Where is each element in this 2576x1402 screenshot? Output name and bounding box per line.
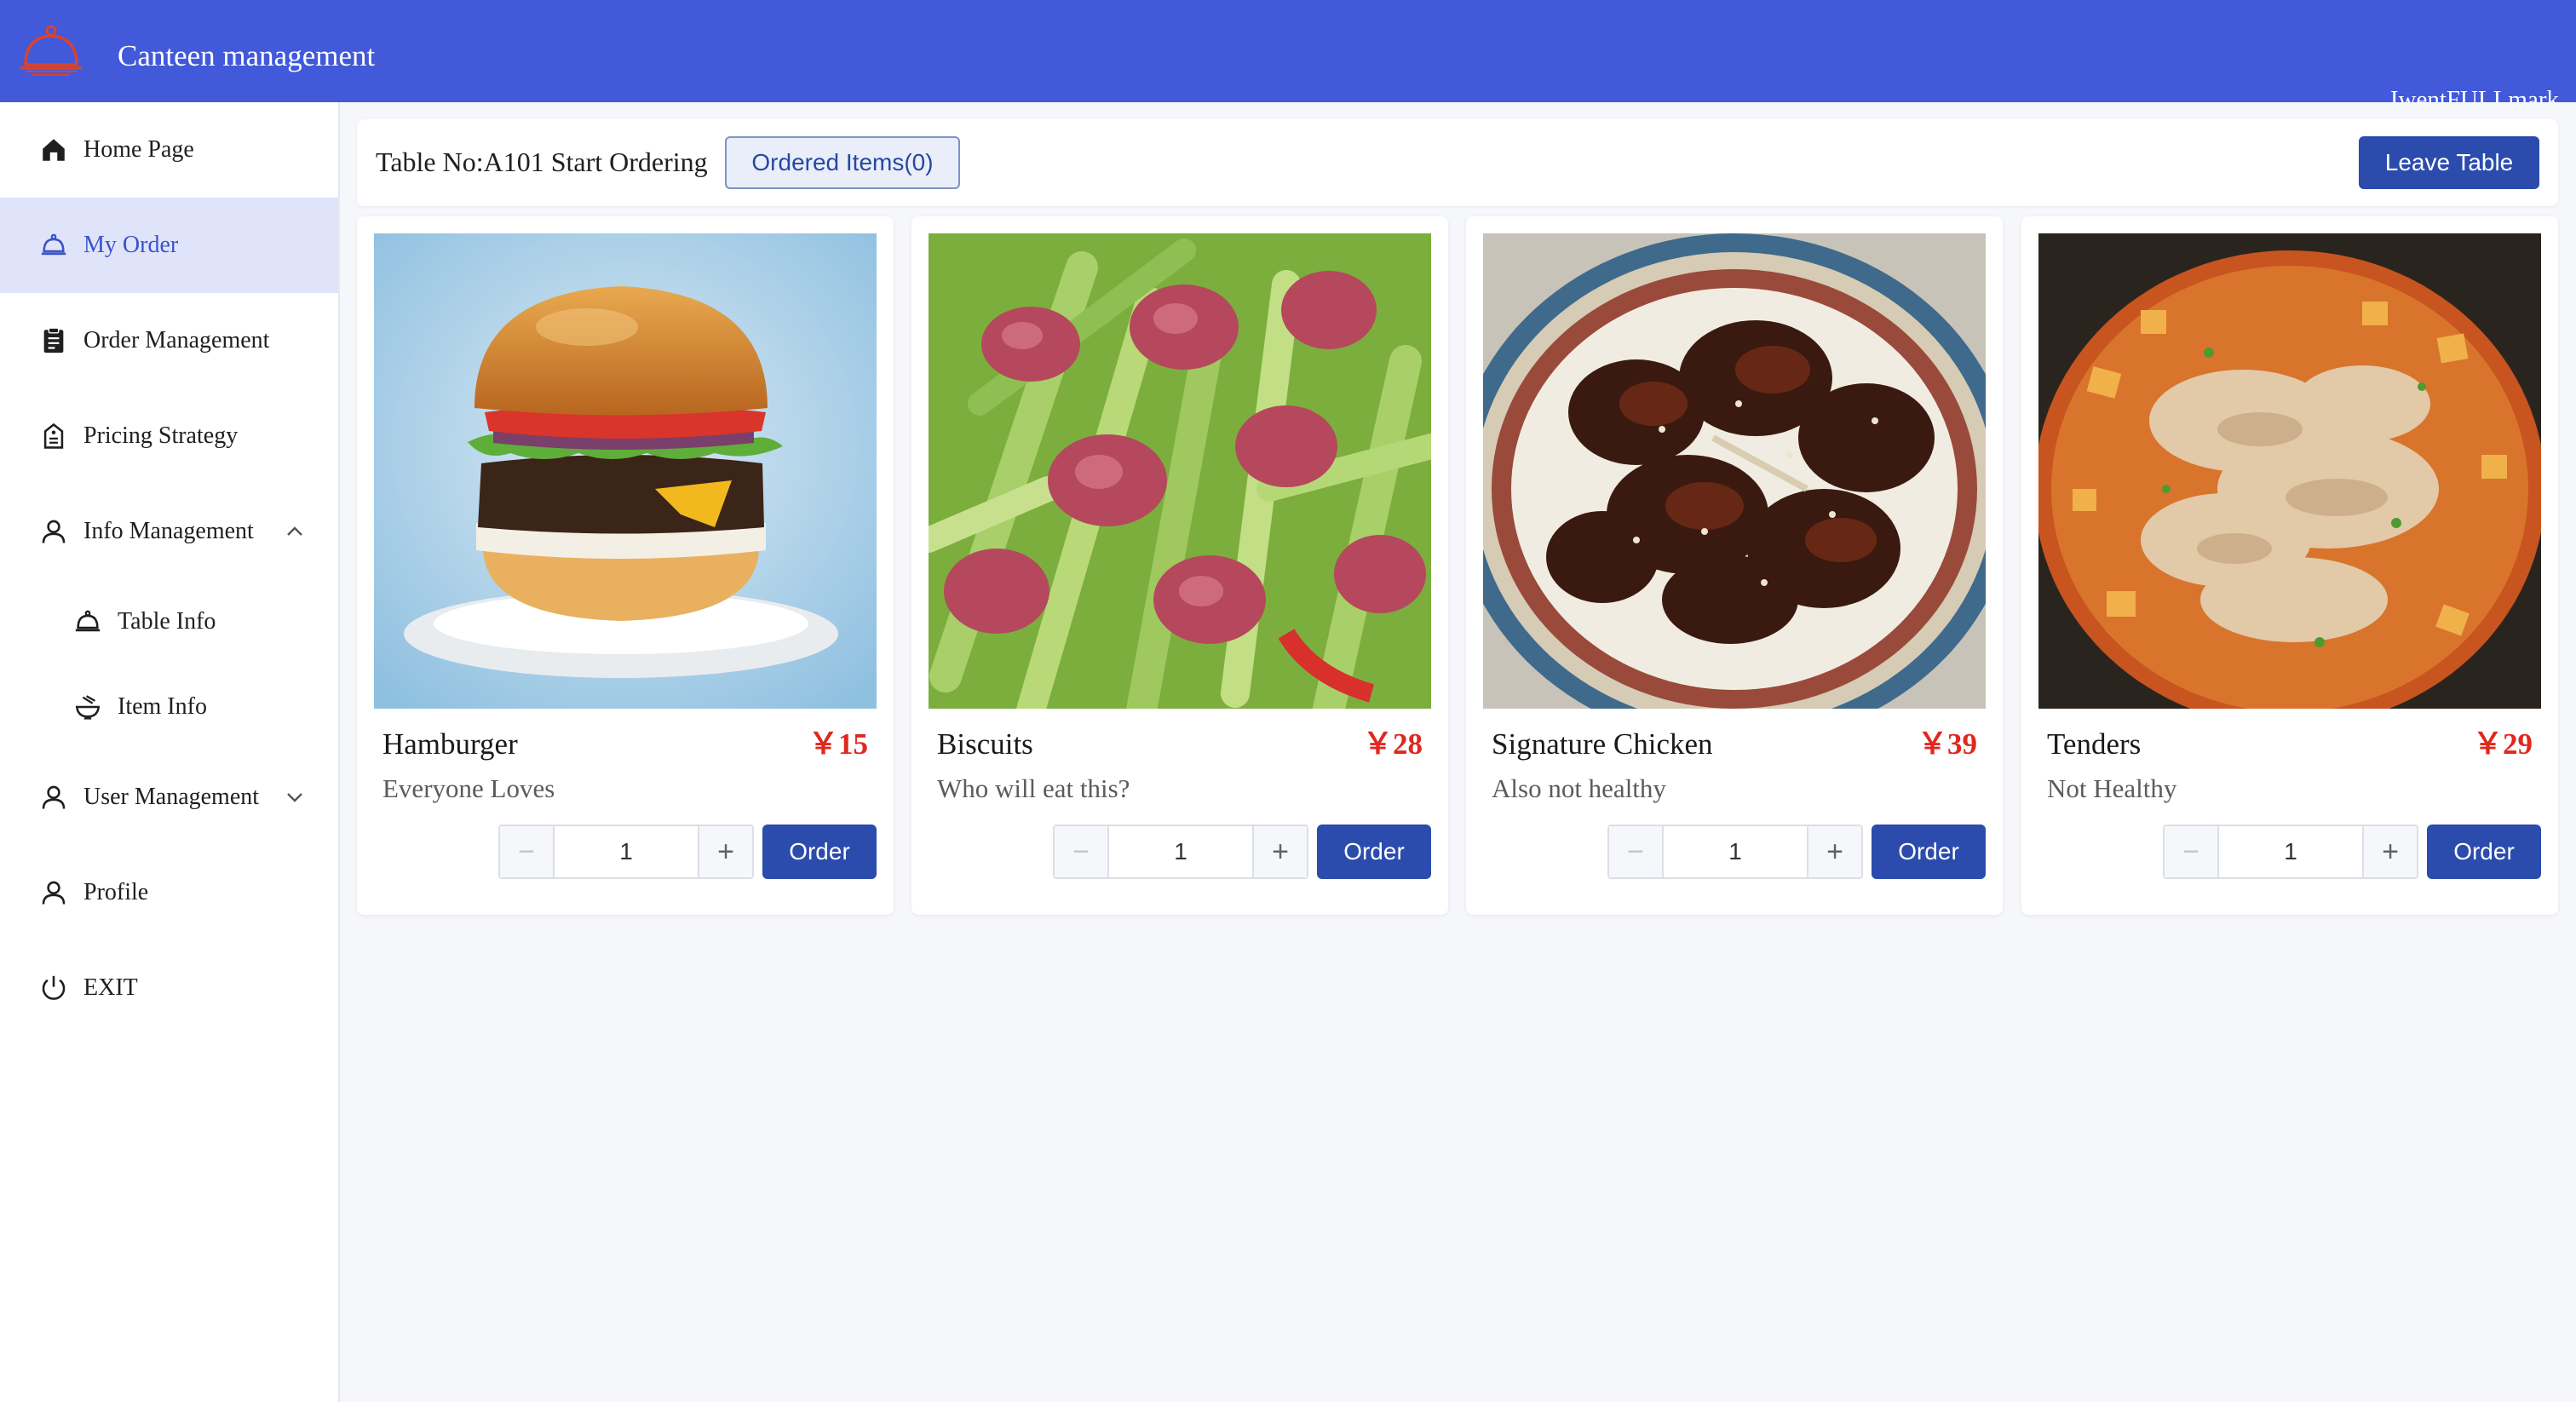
app-header: Canteen management IwentFULLmark xyxy=(0,0,2576,102)
table-label: Table No:A101 Start Ordering xyxy=(376,147,708,177)
quantity-input[interactable] xyxy=(555,826,698,877)
menu-item-card: Biscuits ￥28 Who will eat this? − + Orde… xyxy=(911,216,1448,915)
user-name[interactable]: IwentFULLmark xyxy=(2390,85,2559,102)
item-price: ￥29 xyxy=(2472,727,2533,761)
clipboard-icon xyxy=(37,325,70,357)
item-name: Tenders xyxy=(2047,727,2142,761)
quantity-stepper: − + xyxy=(498,825,754,879)
quantity-input[interactable] xyxy=(1109,826,1252,877)
item-description: Also not healthy xyxy=(1492,773,1666,803)
chevron-up-icon xyxy=(281,518,308,545)
quantity-stepper: − + xyxy=(1053,825,1308,879)
user-icon xyxy=(37,515,70,548)
increase-button[interactable]: + xyxy=(698,826,752,877)
power-icon xyxy=(37,972,70,1004)
ordered-items-button[interactable]: Ordered Items(0) xyxy=(725,136,960,189)
sidebar-item-label: Profile xyxy=(83,879,149,905)
sidebar-item-pricing-strategy[interactable]: Pricing Strategy xyxy=(0,388,338,484)
sidebar-item-order-management[interactable]: Order Management xyxy=(0,293,338,388)
increase-button[interactable]: + xyxy=(1252,826,1307,877)
sidebar-item-label: Info Management xyxy=(83,518,254,544)
increase-button[interactable]: + xyxy=(2362,826,2417,877)
item-name: Hamburger xyxy=(382,727,518,761)
order-button[interactable]: Order xyxy=(2427,825,2541,879)
order-button[interactable]: Order xyxy=(1317,825,1431,879)
sidebar-item-label: EXIT xyxy=(83,974,138,1001)
sidebar-item-label: Table Info xyxy=(118,608,216,635)
user-icon xyxy=(37,876,70,909)
sidebar-item-profile[interactable]: Profile xyxy=(0,845,338,940)
menu-item-card: Signature Chicken ￥39 Also not healthy −… xyxy=(1466,216,2003,915)
glazed-ribs-photo xyxy=(1483,233,1986,709)
bowl-icon xyxy=(72,691,104,723)
sidebar-item-my-order[interactable]: My Order xyxy=(0,198,338,293)
item-description: Not Healthy xyxy=(2047,773,2177,803)
chevron-down-icon xyxy=(281,784,308,811)
leave-table-button[interactable]: Leave Table xyxy=(2359,136,2539,189)
item-price: ￥28 xyxy=(1362,727,1423,761)
sidebar: Home Page My Order Order Management Pric… xyxy=(0,102,340,1402)
decrease-button[interactable]: − xyxy=(500,826,555,877)
price-tag-icon xyxy=(37,420,70,452)
app-title: Canteen management xyxy=(118,39,376,72)
cloche-icon xyxy=(72,606,104,638)
sidebar-item-user-management[interactable]: User Management xyxy=(0,750,338,845)
sidebar-item-label: My Order xyxy=(83,232,179,258)
sidebar-item-label: Home Page xyxy=(83,136,194,163)
hamburger-photo xyxy=(374,233,877,709)
item-name: Biscuits xyxy=(937,727,1033,761)
user-icon xyxy=(37,781,70,813)
menu-item-card: Hamburger ￥15 Everyone Loves − + Order xyxy=(357,216,894,915)
increase-button[interactable]: + xyxy=(1807,826,1861,877)
item-description: Everyone Loves xyxy=(382,773,555,803)
serving-cloche-icon[interactable] xyxy=(19,22,83,82)
sidebar-item-exit[interactable]: EXIT xyxy=(0,940,338,1036)
item-price: ￥39 xyxy=(1917,727,1977,761)
decrease-button[interactable]: − xyxy=(1609,826,1664,877)
quantity-input[interactable] xyxy=(1664,826,1807,877)
quantity-stepper: − + xyxy=(2163,825,2418,879)
order-button[interactable]: Order xyxy=(762,825,877,879)
sidebar-subitem-table-info[interactable]: Table Info xyxy=(0,579,338,664)
sidebar-item-info-management[interactable]: Info Management xyxy=(0,484,338,579)
item-price: ￥15 xyxy=(808,727,868,761)
sidebar-item-label: Item Info xyxy=(118,693,207,720)
sidebar-subitem-item-info[interactable]: Item Info xyxy=(0,664,338,750)
decrease-button[interactable]: − xyxy=(1055,826,1109,877)
quantity-stepper: − + xyxy=(1607,825,1863,879)
menu-item-card: Tenders ￥29 Not Healthy − + Order xyxy=(2021,216,2558,915)
item-name: Signature Chicken xyxy=(1492,727,1713,761)
sidebar-item-label: User Management xyxy=(83,784,260,810)
beef-stew-photo xyxy=(2038,233,2541,709)
order-toolbar: Table No:A101 Start Ordering Ordered Ite… xyxy=(357,119,2558,206)
celery-sausage-photo xyxy=(929,233,1431,709)
sidebar-item-label: Order Management xyxy=(83,327,270,353)
sidebar-item-home[interactable]: Home Page xyxy=(0,102,338,198)
home-icon xyxy=(37,134,70,166)
sidebar-item-label: Pricing Strategy xyxy=(83,422,239,449)
order-button[interactable]: Order xyxy=(1872,825,1986,879)
cloche-icon xyxy=(37,229,70,261)
item-description: Who will eat this? xyxy=(937,773,1130,803)
quantity-input[interactable] xyxy=(2219,826,2362,877)
decrease-button[interactable]: − xyxy=(2165,826,2219,877)
